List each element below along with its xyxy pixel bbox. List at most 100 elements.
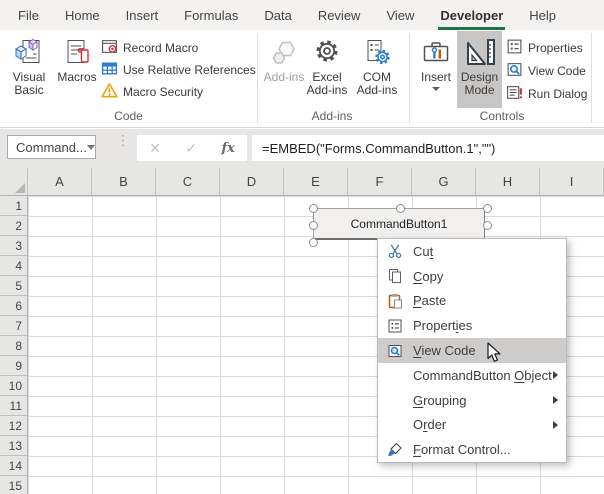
record-macro-button[interactable]: Record Macro [101, 37, 198, 58]
com-add-ins-label: COM Add-ins [351, 71, 403, 97]
controls-group-label: Controls [412, 109, 592, 123]
excel-window: File Home Insert Formulas Data Review Vi… [0, 0, 604, 494]
macro-security-label: Macro Security [123, 85, 203, 99]
row-header-10[interactable]: 10 [0, 376, 27, 396]
properties-button[interactable]: Properties [506, 37, 583, 58]
row-header-8[interactable]: 8 [0, 336, 27, 356]
tab-developer[interactable]: Developer [427, 0, 516, 30]
menu-item-format-control[interactable]: Format Control... [378, 437, 566, 462]
view-code-icon [384, 343, 406, 359]
use-relative-references-button[interactable]: Use Relative References [101, 59, 256, 80]
column-header-row: ABCDEFGHI [0, 168, 604, 196]
select-all-corner[interactable] [0, 168, 28, 195]
formula-input[interactable]: =EMBED("Forms.CommandButton.1","") [252, 135, 604, 161]
selection-handle[interactable] [309, 238, 318, 247]
row-header-4[interactable]: 4 [0, 256, 27, 276]
menu-item-paste[interactable]: Paste [378, 289, 566, 314]
tab-insert[interactable]: Insert [113, 0, 172, 30]
row-header-9[interactable]: 9 [0, 356, 27, 376]
column-header-E[interactable]: E [284, 168, 348, 195]
tab-formulas[interactable]: Formulas [171, 0, 251, 30]
code-group-label: Code [0, 109, 257, 123]
properties-ribbon-icon [506, 38, 523, 58]
mouse-cursor [486, 342, 505, 370]
selection-handle[interactable] [396, 204, 405, 213]
row-header-1[interactable]: 1 [0, 196, 27, 216]
record-macro-icon [101, 38, 118, 58]
tab-file[interactable]: File [5, 0, 52, 30]
column-header-B[interactable]: B [92, 168, 156, 195]
row-header-15[interactable]: 15 [0, 476, 27, 494]
view-code-button[interactable]: View Code [506, 60, 586, 81]
visual-basic-button[interactable]: Visual Basic [5, 31, 53, 108]
row-header-2[interactable]: 2 [0, 216, 27, 236]
tab-review[interactable]: Review [305, 0, 374, 30]
tab-home[interactable]: Home [52, 0, 113, 30]
tab-help[interactable]: Help [516, 0, 569, 30]
tab-data[interactable]: Data [251, 0, 304, 30]
row-header-13[interactable]: 13 [0, 436, 27, 456]
menu-item-view-code[interactable]: View Code [378, 338, 566, 363]
macros-icon [62, 36, 92, 68]
use-relative-references-label: Use Relative References [123, 63, 256, 77]
selection-handle[interactable] [309, 204, 318, 213]
excel-add-ins-button[interactable]: Excel Add-ins [303, 31, 351, 108]
menu-item-order[interactable]: Order [378, 413, 566, 438]
selection-handle[interactable] [483, 221, 492, 230]
macro-security-button[interactable]: Macro Security [101, 81, 203, 102]
column-header-C[interactable]: C [156, 168, 220, 195]
insert-control-button[interactable]: Insert [415, 31, 457, 108]
submenu-arrow-icon [553, 371, 558, 379]
formula-bar-grip: ⋮ [116, 136, 130, 144]
view-code-ribbon-icon [506, 61, 523, 81]
group-separator [257, 33, 258, 123]
row-header-7[interactable]: 7 [0, 316, 27, 336]
add-ins-button[interactable]: Add-ins [261, 31, 307, 108]
properties-icon [384, 318, 406, 334]
com-add-ins-button[interactable]: COM Add-ins [351, 31, 403, 108]
insert-function-button[interactable]: fx [221, 141, 234, 156]
cut-icon [384, 243, 406, 259]
column-header-A[interactable]: A [28, 168, 92, 195]
use-relative-references-icon [101, 60, 118, 80]
menu-item-properties[interactable]: Properties [378, 313, 566, 338]
row-header-6[interactable]: 6 [0, 296, 27, 316]
macros-button[interactable]: Macros [54, 31, 100, 108]
row-header-11[interactable]: 11 [0, 396, 27, 416]
design-mode-button[interactable]: Design Mode [457, 31, 502, 108]
menu-item-commandbutton-object[interactable]: CommandButton Object [378, 363, 566, 388]
menu-item-copy[interactable]: Copy [378, 264, 566, 289]
run-dialog-button[interactable]: Run Dialog [506, 83, 587, 104]
add-ins-icon [269, 36, 299, 68]
run-dialog-label: Run Dialog [528, 87, 587, 101]
column-header-I[interactable]: I [540, 168, 604, 195]
group-separator [409, 33, 410, 123]
row-header-5[interactable]: 5 [0, 276, 27, 296]
row-header-3[interactable]: 3 [0, 236, 27, 256]
record-macro-label: Record Macro [123, 41, 198, 55]
menu-item-grouping[interactable]: Grouping [378, 388, 566, 413]
cancel-button[interactable]: ✕ [149, 140, 161, 157]
tab-view[interactable]: View [373, 0, 427, 30]
copy-icon [384, 268, 406, 284]
add-ins-group-label: Add-ins [259, 109, 405, 123]
selection-handle[interactable] [309, 221, 318, 230]
add-ins-label: Add-ins [264, 71, 305, 84]
menu-item-cut[interactable]: Cut [378, 239, 566, 264]
name-box[interactable]: Command... [7, 135, 96, 159]
enter-button[interactable]: ✓ [185, 140, 197, 157]
com-add-ins-icon [362, 36, 392, 68]
column-header-H[interactable]: H [476, 168, 540, 195]
row-header-12[interactable]: 12 [0, 416, 27, 436]
column-header-D[interactable]: D [220, 168, 284, 195]
command-button-label: CommandButton1 [351, 217, 448, 231]
row-header-column: 123456789101112131415 [0, 196, 28, 494]
selection-handle[interactable] [483, 204, 492, 213]
visual-basic-icon [13, 36, 45, 68]
name-box-dropdown-icon[interactable] [87, 145, 95, 150]
row-header-14[interactable]: 14 [0, 456, 27, 476]
formula-bar-tools: ✕ ✓ fx [137, 135, 247, 161]
column-header-G[interactable]: G [412, 168, 476, 195]
column-header-F[interactable]: F [348, 168, 412, 195]
macro-security-icon [101, 82, 118, 102]
